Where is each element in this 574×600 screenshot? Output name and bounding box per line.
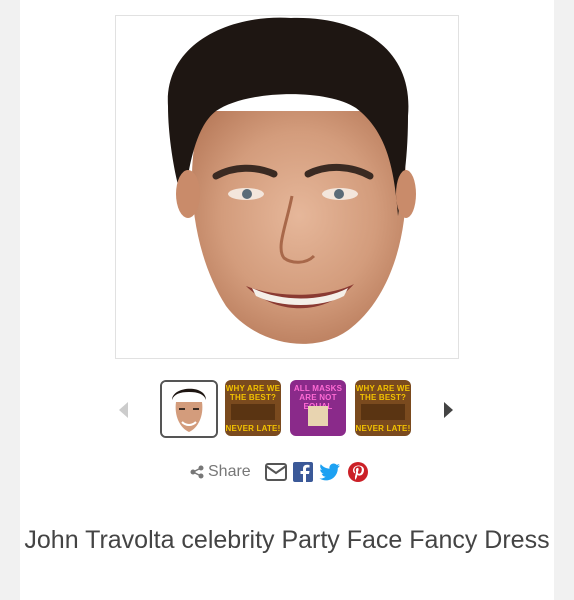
thumbnail-2[interactable]: WHY ARE WE THE BEST? NEVER LATE!: [225, 380, 281, 436]
thumbnail-footer: NEVER LATE!: [225, 424, 281, 433]
facebook-icon: [292, 462, 313, 482]
product-card: WHY ARE WE THE BEST? NEVER LATE! ALL MAS…: [20, 0, 554, 600]
thumbnail-1[interactable]: [160, 380, 218, 438]
share-icon: [190, 465, 204, 479]
thumbnail-heading: WHY ARE WE THE BEST?: [355, 384, 411, 402]
thumbnail-body: [231, 404, 275, 420]
pinterest-icon: [347, 462, 368, 482]
share-label: Share: [208, 463, 251, 480]
chevron-right-icon: [444, 402, 453, 418]
thumbnail-heading: WHY ARE WE THE BEST?: [225, 384, 281, 402]
email-share-button[interactable]: [264, 463, 287, 481]
twitter-icon: [319, 463, 340, 481]
gallery-prev-button[interactable]: [114, 396, 134, 424]
thumbnail-3[interactable]: ALL MASKS ARE NOT EQUAL: [290, 380, 346, 436]
envelope-icon: [264, 463, 287, 481]
thumbnail-face-image: [162, 382, 216, 436]
thumbnail-4[interactable]: WHY ARE WE THE BEST? NEVER LATE!: [355, 380, 411, 436]
face-mask-image: [167, 17, 416, 344]
product-title: John Travolta celebrity Party Face Fancy…: [24, 526, 550, 554]
thumbnail-body: [361, 404, 405, 420]
twitter-share-button[interactable]: [319, 463, 341, 481]
facebook-share-button[interactable]: [292, 462, 313, 482]
thumbnail-footer: NEVER LATE!: [355, 424, 411, 433]
thumbnail-body: [308, 406, 328, 426]
chevron-left-icon: [119, 402, 128, 418]
share-bar: Share: [190, 460, 369, 484]
gallery-next-button[interactable]: [438, 396, 458, 424]
pinterest-share-button[interactable]: [347, 461, 369, 483]
main-product-image[interactable]: [115, 15, 459, 359]
